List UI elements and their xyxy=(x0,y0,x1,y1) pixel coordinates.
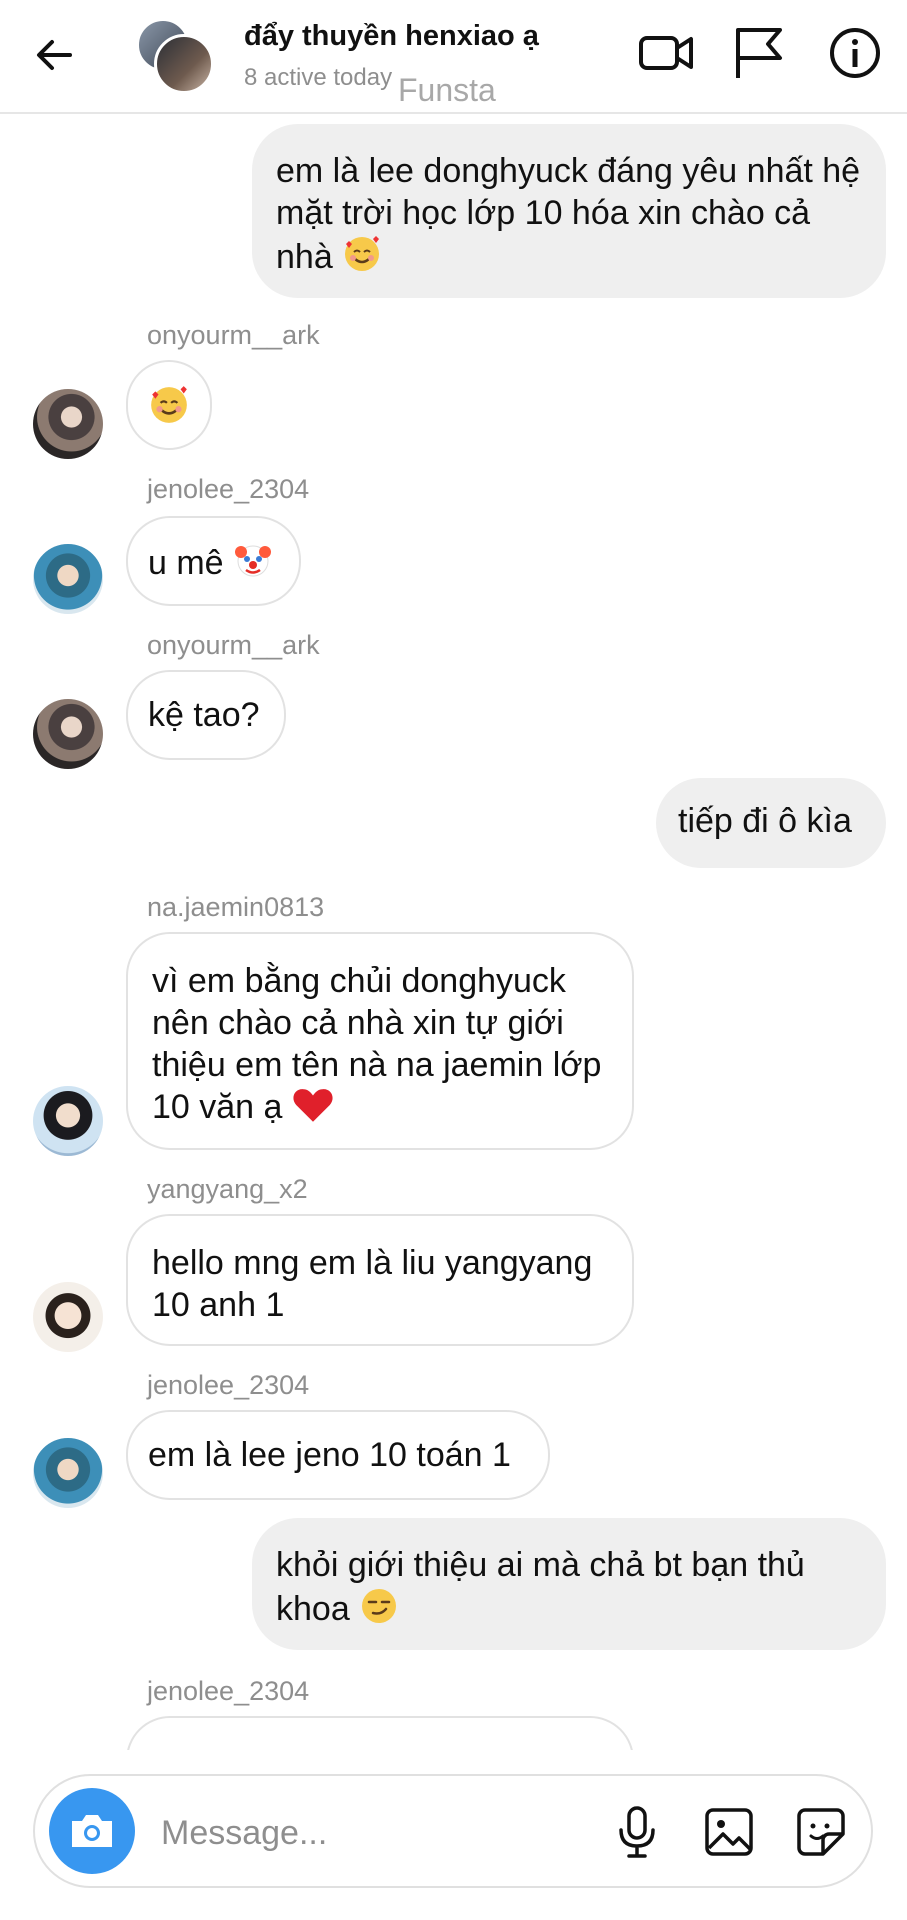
gallery-icon xyxy=(705,1808,753,1856)
microphone-icon xyxy=(619,1806,655,1858)
message-text: vì em bằng chủi donghyuck nên chào cả nh… xyxy=(152,962,602,1126)
sender-username[interactable]: na.jaemin0813 xyxy=(147,892,324,923)
avatar[interactable] xyxy=(33,1086,103,1156)
received-message[interactable]: kệ tao? xyxy=(126,670,286,760)
avatar[interactable] xyxy=(33,1282,103,1352)
avatar[interactable] xyxy=(33,699,103,769)
received-message[interactable] xyxy=(126,1716,634,1750)
message-text: em là lee jeno 10 toán 1 xyxy=(148,1436,511,1474)
sender-username[interactable]: onyourm__ark xyxy=(147,320,320,351)
avatar xyxy=(154,34,214,94)
received-message[interactable]: vì em bằng chủi donghyuck nên chào cả nh… xyxy=(126,932,634,1150)
avatar[interactable] xyxy=(33,1438,103,1508)
message-text: hello mng em là liu yangyang 10 anh 1 xyxy=(152,1244,593,1324)
back-arrow-icon xyxy=(37,40,72,70)
video-camera-icon xyxy=(639,36,693,70)
video-call-button[interactable] xyxy=(637,24,695,82)
sender-username[interactable]: onyourm__ark xyxy=(147,630,320,661)
sticker-icon xyxy=(797,1808,845,1856)
red-heart-icon xyxy=(292,1086,334,1134)
sent-message[interactable]: tiếp đi ô kìa xyxy=(656,778,886,868)
sent-message[interactable]: khỏi giới thiệu ai mà chả bt bạn thủ kho… xyxy=(252,1518,886,1650)
avatar[interactable] xyxy=(33,389,103,459)
sticker-button[interactable] xyxy=(791,1802,851,1862)
info-button[interactable] xyxy=(826,24,884,82)
received-message[interactable] xyxy=(126,360,212,450)
voice-message-button[interactable] xyxy=(607,1802,667,1862)
chat-header: đẩy thuyền henxiao ạ 8 active today Funs… xyxy=(0,0,907,114)
received-message[interactable]: hello mng em là liu yangyang 10 anh 1 xyxy=(126,1214,634,1346)
message-text: tiếp đi ô kìa xyxy=(678,802,852,840)
smirking-face-icon xyxy=(359,1586,399,1636)
message-composer xyxy=(33,1774,873,1888)
sender-username[interactable]: jenolee_2304 xyxy=(147,1370,309,1401)
smiling-face-with-hearts-icon xyxy=(148,384,190,436)
group-avatar[interactable] xyxy=(136,18,214,94)
avatar[interactable] xyxy=(33,544,103,614)
message-text: u mê xyxy=(148,544,224,582)
message-thread[interactable]: em là lee donghyuck đáng yêu nhất hệ mặt… xyxy=(0,112,907,1750)
message-text: kệ tao? xyxy=(148,696,260,734)
message-text: khỏi giới thiệu ai mà chả bt bạn thủ kho… xyxy=(276,1546,805,1628)
active-status: 8 active today xyxy=(244,64,393,91)
camera-icon xyxy=(72,1815,112,1847)
sender-username[interactable]: yangyang_x2 xyxy=(147,1174,308,1205)
chat-title[interactable]: đẩy thuyền henxiao ạ xyxy=(244,20,539,53)
sender-username[interactable]: jenolee_2304 xyxy=(147,474,309,505)
message-input[interactable] xyxy=(159,1804,493,1862)
clown-face-icon xyxy=(233,540,273,590)
report-button[interactable] xyxy=(730,24,788,82)
received-message[interactable]: u mê xyxy=(126,516,301,606)
sent-message[interactable]: em là lee donghyuck đáng yêu nhất hệ mặt… xyxy=(252,124,886,298)
smiling-face-with-hearts-icon xyxy=(342,234,382,284)
back-button[interactable] xyxy=(30,30,80,80)
gallery-button[interactable] xyxy=(699,1802,759,1862)
watermark: Funsta xyxy=(398,72,496,108)
sender-username[interactable]: jenolee_2304 xyxy=(147,1676,309,1707)
flag-icon xyxy=(736,28,782,78)
received-message[interactable]: em là lee jeno 10 toán 1 xyxy=(126,1410,550,1500)
info-icon xyxy=(830,28,880,78)
camera-button[interactable] xyxy=(49,1788,135,1874)
